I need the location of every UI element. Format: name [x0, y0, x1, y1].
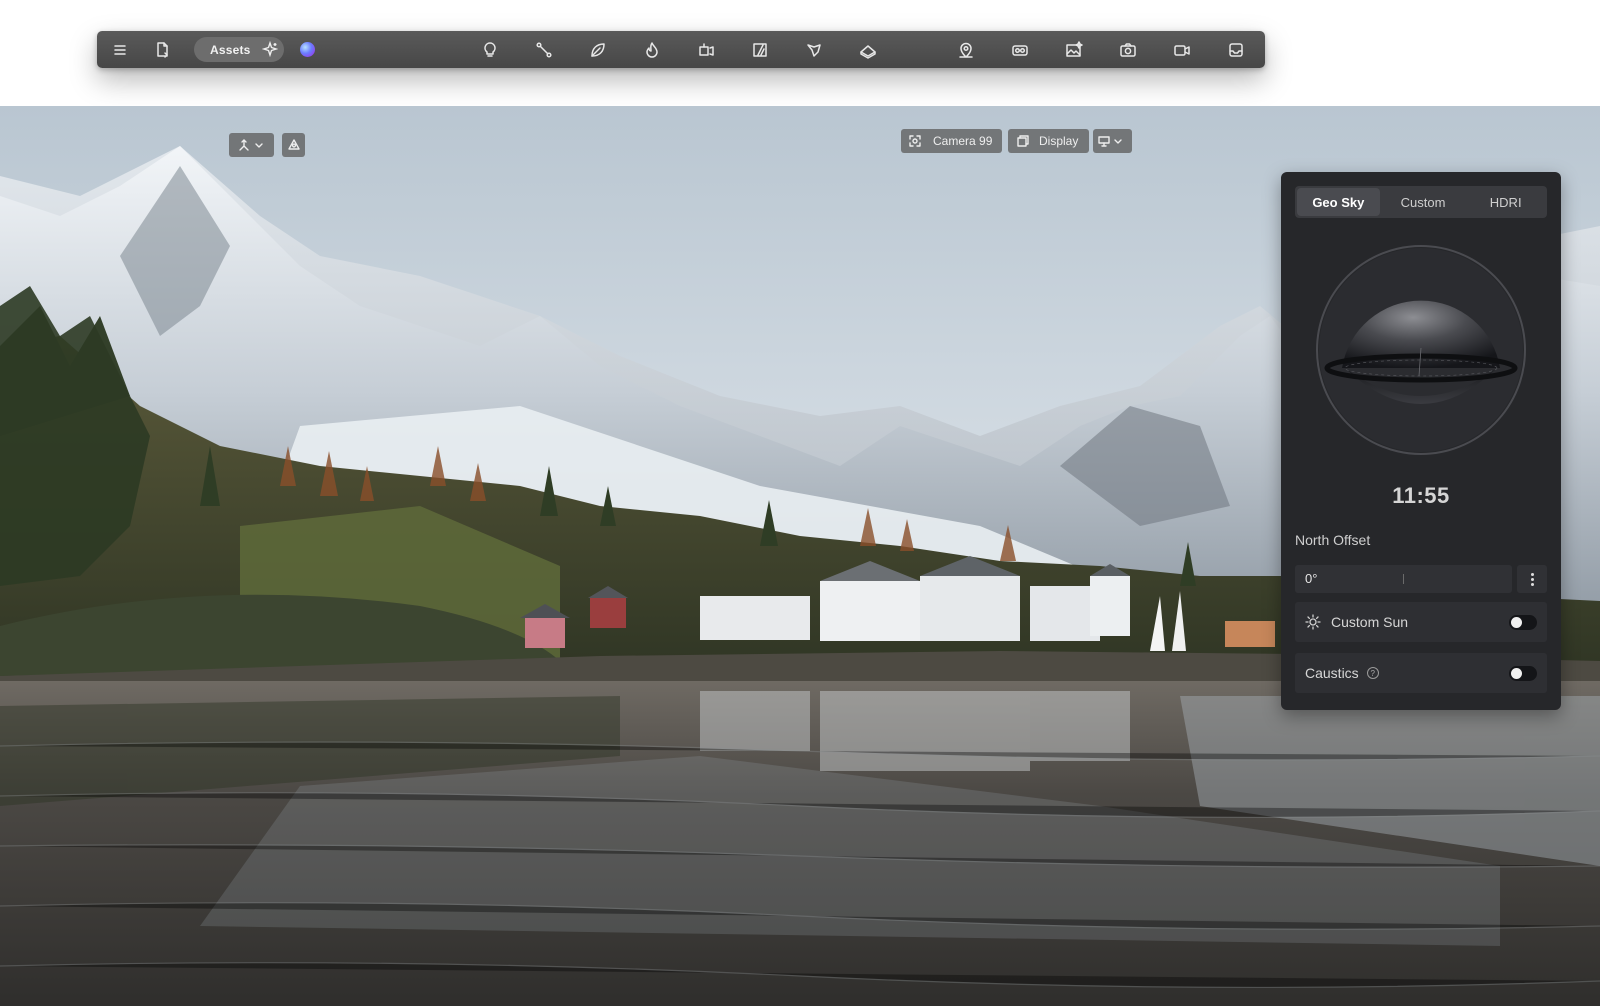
tab-custom[interactable]: Custom — [1382, 186, 1465, 218]
sun-position-dome[interactable] — [1315, 244, 1527, 456]
layers-icon — [860, 45, 876, 59]
sky-mode-tabs: Geo Sky Custom HDRI — [1295, 186, 1547, 218]
sun-icon — [1305, 614, 1321, 630]
caustics-row: Caustics ? — [1295, 653, 1547, 693]
chevron-down-icon — [1114, 139, 1122, 144]
caustics-label: Caustics — [1305, 665, 1359, 681]
cube-animate-icon — [699, 43, 714, 56]
terrain-tool-button[interactable] — [803, 39, 825, 61]
output-tool-button[interactable] — [1225, 39, 1247, 61]
sparkle-icon[interactable] — [261, 40, 279, 58]
leaf-icon — [591, 43, 605, 57]
fire-icon — [646, 42, 658, 58]
view-layout-icon — [1098, 136, 1110, 147]
kebab-dot — [1530, 572, 1534, 576]
caustics-toggle[interactable] — [1509, 666, 1537, 681]
north-offset-slider[interactable]: 0° — [1295, 565, 1512, 593]
view-layout-dropdown[interactable] — [1093, 129, 1132, 153]
vegetation-tool-button[interactable] — [587, 39, 609, 61]
camera-label: Camera 99 — [933, 134, 993, 148]
vr-tool-button[interactable] — [1009, 39, 1031, 61]
camera-frame-icon — [909, 135, 921, 147]
assets-button[interactable]: Assets — [194, 37, 284, 62]
transform-gizmo-dropdown[interactable] — [229, 133, 274, 157]
kebab-dot — [1530, 582, 1534, 586]
inbox-icon — [1229, 43, 1243, 57]
path-tool-button[interactable] — [533, 39, 555, 61]
pivot-button[interactable] — [282, 133, 305, 157]
menu-icon — [114, 45, 126, 55]
media-panel-icon — [753, 43, 767, 57]
path-icon — [536, 42, 552, 58]
custom-sun-label: Custom Sun — [1331, 614, 1409, 630]
north-offset-value: 0° — [1305, 571, 1318, 586]
image-edit-icon — [1066, 41, 1083, 57]
help-icon[interactable]: ? — [1366, 667, 1379, 679]
custom-sun-toggle[interactable] — [1509, 615, 1537, 630]
location-tool-button[interactable] — [955, 39, 977, 61]
app-window: Assets Camera 99 Display Geo Sky Custom … — [0, 0, 1600, 1006]
custom-sun-row: Custom Sun — [1295, 602, 1547, 642]
ai-orb-icon[interactable] — [300, 42, 315, 57]
video-tool-button[interactable] — [1171, 39, 1193, 61]
location-pin-icon — [959, 42, 973, 58]
layers-tool-button[interactable] — [857, 39, 879, 61]
slider-center-tick — [1403, 574, 1404, 584]
sky-dome-globe — [1316, 245, 1526, 455]
toggle-knob — [1511, 668, 1522, 679]
video-icon — [1174, 45, 1190, 56]
light-tool-button[interactable] — [479, 39, 501, 61]
camera-selector[interactable]: Camera 99 — [901, 129, 1002, 153]
sky-settings-panel: Geo Sky Custom HDRI 11:55 North Offset 0… — [1281, 172, 1561, 710]
north-offset-more-button[interactable] — [1517, 565, 1547, 593]
image-edit-tool-button[interactable] — [1063, 39, 1085, 61]
kebab-dot — [1530, 577, 1534, 581]
camera-tool-button[interactable] — [1117, 39, 1139, 61]
file-export-icon — [157, 42, 168, 58]
terrain-icon — [807, 44, 821, 57]
camera-icon — [1120, 43, 1136, 57]
vr-headset-icon — [1012, 45, 1028, 56]
file-export-button[interactable] — [151, 39, 173, 61]
pivot-icon — [287, 139, 300, 150]
chevron-down-icon — [255, 143, 263, 148]
tab-hdri[interactable]: HDRI — [1464, 186, 1547, 218]
animation-tool-button[interactable] — [695, 39, 717, 61]
toggle-knob — [1511, 617, 1522, 628]
tab-geo-sky[interactable]: Geo Sky — [1297, 188, 1380, 216]
media-tool-button[interactable] — [749, 39, 771, 61]
axis-gizmo-icon — [239, 139, 249, 151]
assets-label: Assets — [210, 42, 251, 57]
effects-tool-button[interactable] — [641, 39, 663, 61]
display-icon — [1017, 135, 1029, 147]
time-of-day[interactable]: 11:55 — [1281, 483, 1561, 509]
light-bulb-icon — [484, 42, 496, 57]
menu-button[interactable] — [109, 39, 131, 61]
main-toolbar: Assets — [97, 31, 1265, 68]
north-offset-label: North Offset — [1295, 532, 1371, 548]
display-menu-button[interactable]: Display — [1008, 129, 1089, 153]
display-label: Display — [1039, 134, 1079, 148]
